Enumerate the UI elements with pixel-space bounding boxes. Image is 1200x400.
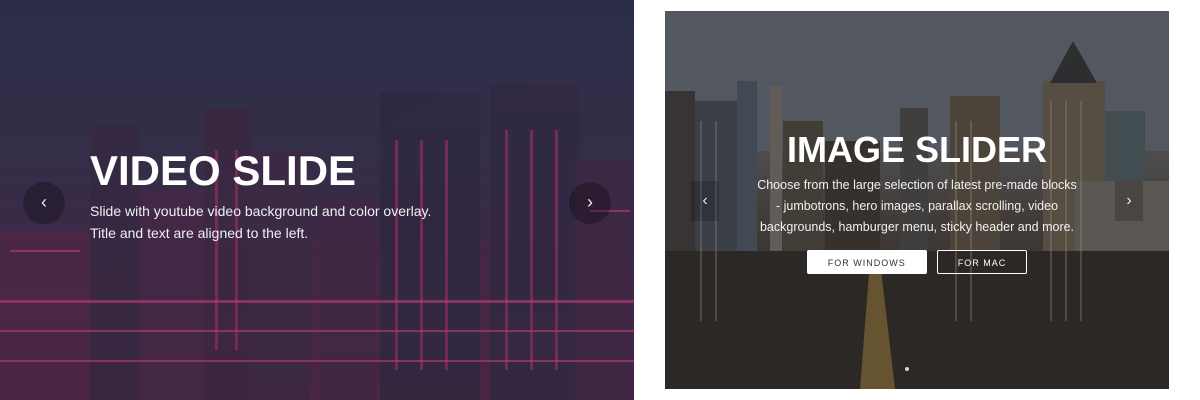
chevron-left-icon: ‹ (702, 192, 708, 209)
image-slide-description-line: Choose from the large selection of lates… (757, 178, 1077, 192)
image-slide: IMAGE SLIDER Choose from the large selec… (665, 11, 1169, 389)
video-slide-description: Slide with youtube video background and … (90, 200, 510, 244)
video-slide-description-line: Title and text are aligned to the left. (90, 225, 309, 241)
image-slide-description: Choose from the large selection of lates… (745, 175, 1089, 238)
image-slide-description-line: backgrounds, hamburger menu, sticky head… (759, 220, 1075, 234)
video-slide-title: VIDEO SLIDE (90, 147, 357, 194)
video-slide-content: VIDEO SLIDE Slide with youtube video bac… (90, 146, 510, 244)
chevron-left-icon: ‹ (41, 192, 47, 212)
chevron-right-icon: › (1126, 192, 1132, 209)
for-mac-button[interactable]: FOR MAC (936, 250, 1028, 274)
video-slide-description-line: Slide with youtube video background and … (90, 203, 432, 219)
video-slide: VIDEO SLIDE Slide with youtube video bac… (0, 0, 634, 400)
image-slide-next-arrow[interactable]: › (1115, 181, 1143, 221)
image-slide-prev-arrow[interactable]: ‹ (691, 181, 719, 221)
chevron-right-icon: › (587, 192, 593, 212)
image-slide-content: IMAGE SLIDER Choose from the large selec… (745, 129, 1089, 274)
video-slide-prev-arrow[interactable]: ‹ (23, 182, 65, 224)
image-slide-title: IMAGE SLIDER (786, 129, 1047, 170)
image-slide-buttons: FOR WINDOWS FOR MAC (745, 250, 1089, 274)
image-slide-description-line: - jumbotrons, hero images, parallax scro… (775, 199, 1059, 213)
for-windows-button[interactable]: FOR WINDOWS (806, 250, 927, 274)
slide-indicator-dot[interactable] (905, 367, 909, 371)
video-slide-next-arrow[interactable]: › (569, 182, 611, 224)
